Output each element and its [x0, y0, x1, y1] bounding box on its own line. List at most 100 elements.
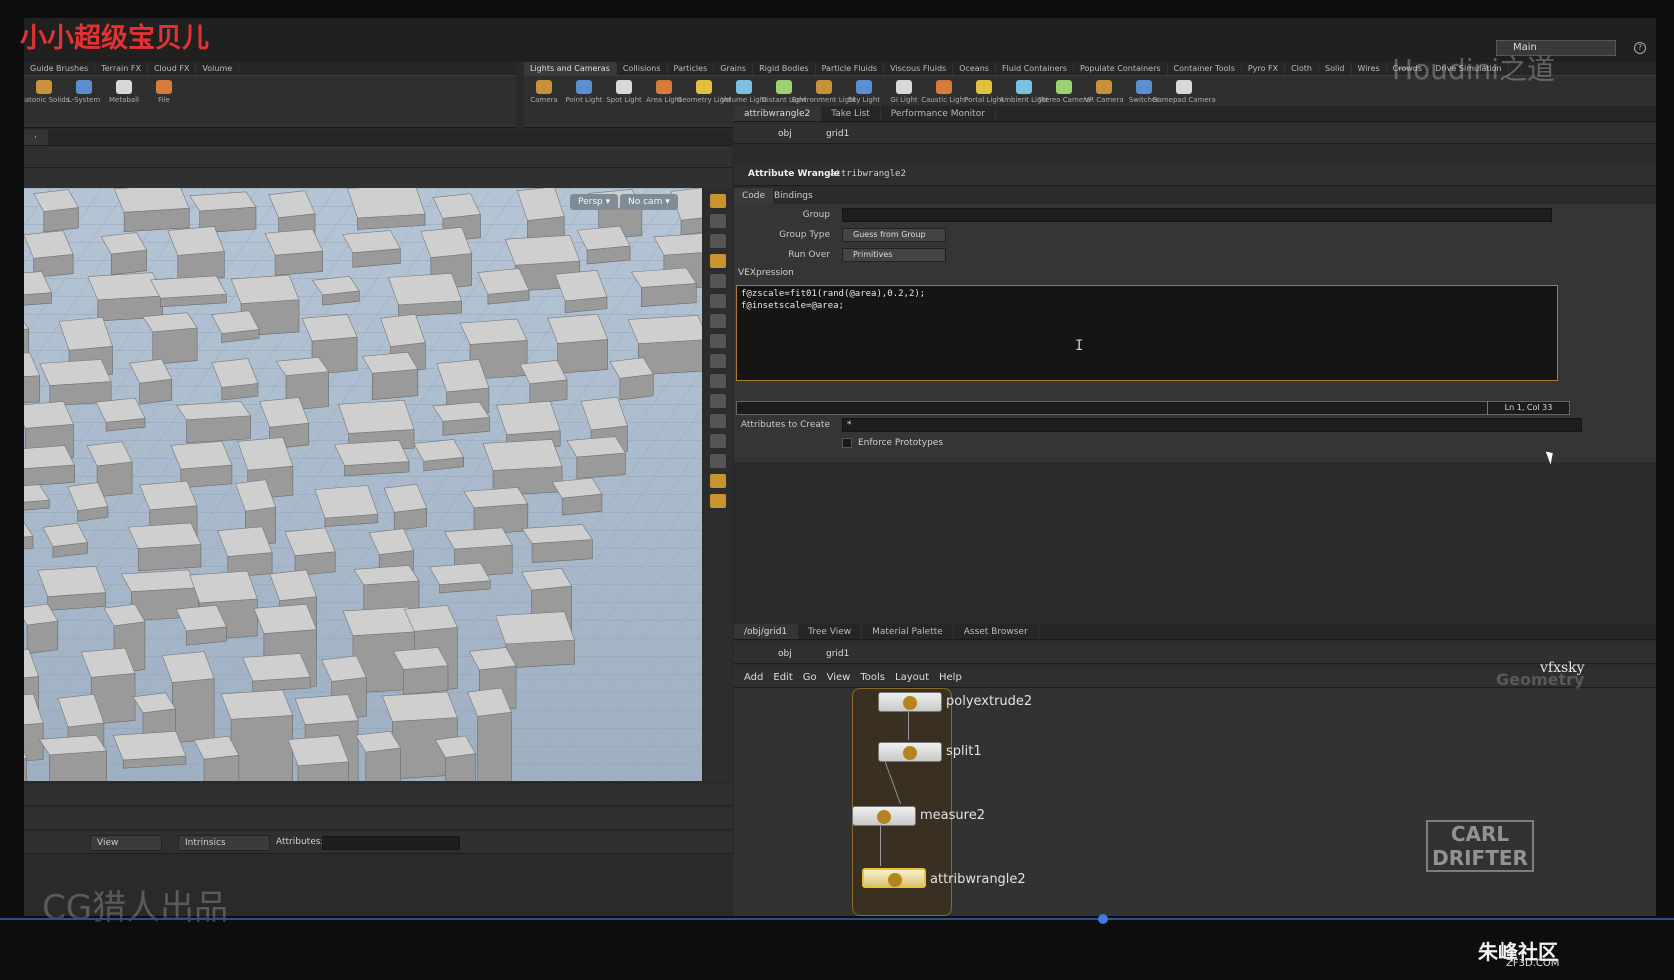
seek-knob[interactable]: [1098, 914, 1108, 924]
net-crumb-obj[interactable]: obj: [778, 647, 792, 661]
net-menu-item[interactable]: Edit: [773, 672, 792, 683]
shelf-tab[interactable]: Container Tools: [1168, 62, 1242, 75]
persp-menu[interactable]: Persp ▾: [570, 194, 619, 210]
shelf-tab[interactable]: Particles: [668, 62, 715, 75]
point-icon[interactable]: [710, 334, 726, 348]
node-name[interactable]: attribwrangle2: [830, 169, 906, 179]
edge-icon[interactable]: [710, 354, 726, 368]
network-editor[interactable]: polyextrude2 split1 measure2 attribwrang…: [734, 688, 1656, 916]
shelf-tab[interactable]: Cloth: [1285, 62, 1319, 75]
shelf-tab[interactable]: Terrain FX: [95, 62, 148, 75]
pane-tab[interactable]: attribwrangle2: [734, 106, 822, 121]
shelf-tab[interactable]: Fluid Containers: [996, 62, 1074, 75]
camera-icon[interactable]: [710, 314, 726, 328]
ghost-icon[interactable]: [710, 234, 726, 248]
group-type-menu[interactable]: Guess from Group: [842, 228, 946, 242]
shelf-tool[interactable]: Platonic Solids: [24, 80, 69, 105]
pin-icon[interactable]: [710, 294, 726, 308]
shelf-tool[interactable]: GI Light: [884, 80, 924, 105]
net-menu-item[interactable]: Tools: [860, 672, 885, 683]
houdini-window: Main ? Guide Brushes Terrain FX Cloud FX Vo…: [24, 18, 1656, 916]
shelf-tab[interactable]: Cloud FX: [148, 62, 197, 75]
node-polyextrude2[interactable]: [878, 692, 942, 712]
node-measure2[interactable]: [852, 806, 916, 826]
shelf-tab[interactable]: Lights and Cameras: [524, 62, 617, 75]
help-icon[interactable]: ?: [1634, 42, 1646, 54]
tab-bindings[interactable]: Bindings: [766, 188, 821, 204]
shelf-tab[interactable]: Rigid Bodies: [753, 62, 816, 75]
building-side: [365, 747, 401, 781]
crumb-obj[interactable]: obj: [778, 127, 792, 141]
wrangle-icon: [888, 873, 902, 887]
net-menu-item[interactable]: Help: [939, 672, 962, 683]
3d-viewport[interactable]: [24, 188, 702, 781]
shelf-icon[interactable]: [710, 494, 726, 508]
shelf-tab[interactable]: Pyro FX: [1242, 62, 1286, 75]
pane-tab[interactable]: Take List: [821, 106, 881, 121]
shelf-tab[interactable]: Collisions: [617, 62, 668, 75]
shelf-tool[interactable]: Gamepad Camera: [1152, 80, 1216, 105]
shelf-tool[interactable]: Sky Light: [844, 80, 884, 105]
video-seek-bar[interactable]: [0, 918, 1674, 920]
enforce-checkbox[interactable]: [842, 438, 852, 448]
shelf-tool[interactable]: Environment Light: [792, 80, 856, 105]
pane-tab[interactable]: Asset Browser: [954, 624, 1039, 639]
render-icon[interactable]: [710, 474, 726, 488]
group-field[interactable]: [842, 208, 1552, 222]
net-menu-item[interactable]: View: [827, 672, 851, 683]
shelf-tool[interactable]: Geometry Light: [677, 80, 731, 105]
shelf-tab[interactable]: Volume: [196, 62, 240, 75]
shelf-tool[interactable]: File: [144, 80, 184, 105]
shelf-tool[interactable]: Camera: [524, 80, 564, 105]
shelf-tab[interactable]: Guide Brushes: [24, 62, 96, 75]
shelf-tab[interactable]: Populate Containers: [1074, 62, 1168, 75]
vex-code-editor[interactable]: f@zscale=fit01(rand(@area),0.2,2); f@ins…: [736, 285, 1558, 381]
tool-icon: [576, 80, 592, 94]
shelf-tab[interactable]: Grains: [714, 62, 754, 75]
shelf-tab[interactable]: Oceans: [953, 62, 996, 75]
shelf-tool[interactable]: Spot Light: [604, 80, 644, 105]
attr-create-field[interactable]: *: [842, 418, 1582, 432]
node-attribwrangle2[interactable]: [862, 868, 926, 888]
shade-icon[interactable]: [710, 434, 726, 448]
run-over-menu[interactable]: Primitives: [842, 248, 946, 262]
shelf-tool[interactable]: Caustic Light: [921, 80, 967, 105]
shelf-tool[interactable]: Portal Light: [964, 80, 1004, 105]
node-split1[interactable]: [878, 742, 942, 762]
shelf-tool[interactable]: Point Light: [564, 80, 604, 105]
view-dropdown[interactable]: View: [90, 835, 162, 851]
intrinsics-dropdown[interactable]: Intrinsics: [178, 835, 270, 851]
pane-tab[interactable]: Performance Monitor: [881, 106, 996, 121]
crumb-grid1[interactable]: grid1: [826, 127, 849, 141]
shelf-tab[interactable]: Particle Fluids: [816, 62, 885, 75]
building-side: [152, 327, 198, 365]
shelf-tool[interactable]: L-System: [64, 80, 104, 105]
shelf-tab[interactable]: Wires: [1352, 62, 1387, 75]
pane-tab[interactable]: Tree View: [798, 624, 863, 639]
building-top: [87, 272, 164, 301]
light-icon[interactable]: [710, 254, 726, 268]
snap-icon[interactable]: [710, 274, 726, 288]
tab-scene-view[interactable]: ·: [24, 130, 48, 145]
tool-label: Camera: [530, 96, 558, 104]
attributes-filter[interactable]: [322, 836, 460, 850]
display-option-icon[interactable]: [710, 194, 726, 208]
net-menu-item[interactable]: Layout: [895, 672, 929, 683]
shelf-tool[interactable]: VR Camera: [1084, 80, 1124, 105]
net-menu-item[interactable]: Go: [803, 672, 817, 683]
normal-icon[interactable]: [710, 374, 726, 388]
pane-tab[interactable]: /obj/grid1: [734, 624, 799, 639]
camera-menu[interactable]: No cam ▾: [620, 194, 678, 210]
shelf-tool[interactable]: Stereo Camera: [1038, 80, 1090, 105]
lock-icon[interactable]: [710, 214, 726, 228]
pane-tab[interactable]: Material Palette: [862, 624, 954, 639]
shelf-tab[interactable]: Viscous Fluids: [884, 62, 954, 75]
wire-icon[interactable]: [710, 414, 726, 428]
text-icon[interactable]: [710, 454, 726, 468]
net-menu-item[interactable]: Add: [744, 672, 763, 683]
net-crumb-grid1[interactable]: grid1: [826, 647, 849, 661]
shelf-tool[interactable]: Volume Light: [721, 80, 767, 105]
uv-icon[interactable]: [710, 394, 726, 408]
shelf-tab[interactable]: Solid: [1319, 62, 1352, 75]
shelf-tool[interactable]: Metaball: [104, 80, 144, 105]
